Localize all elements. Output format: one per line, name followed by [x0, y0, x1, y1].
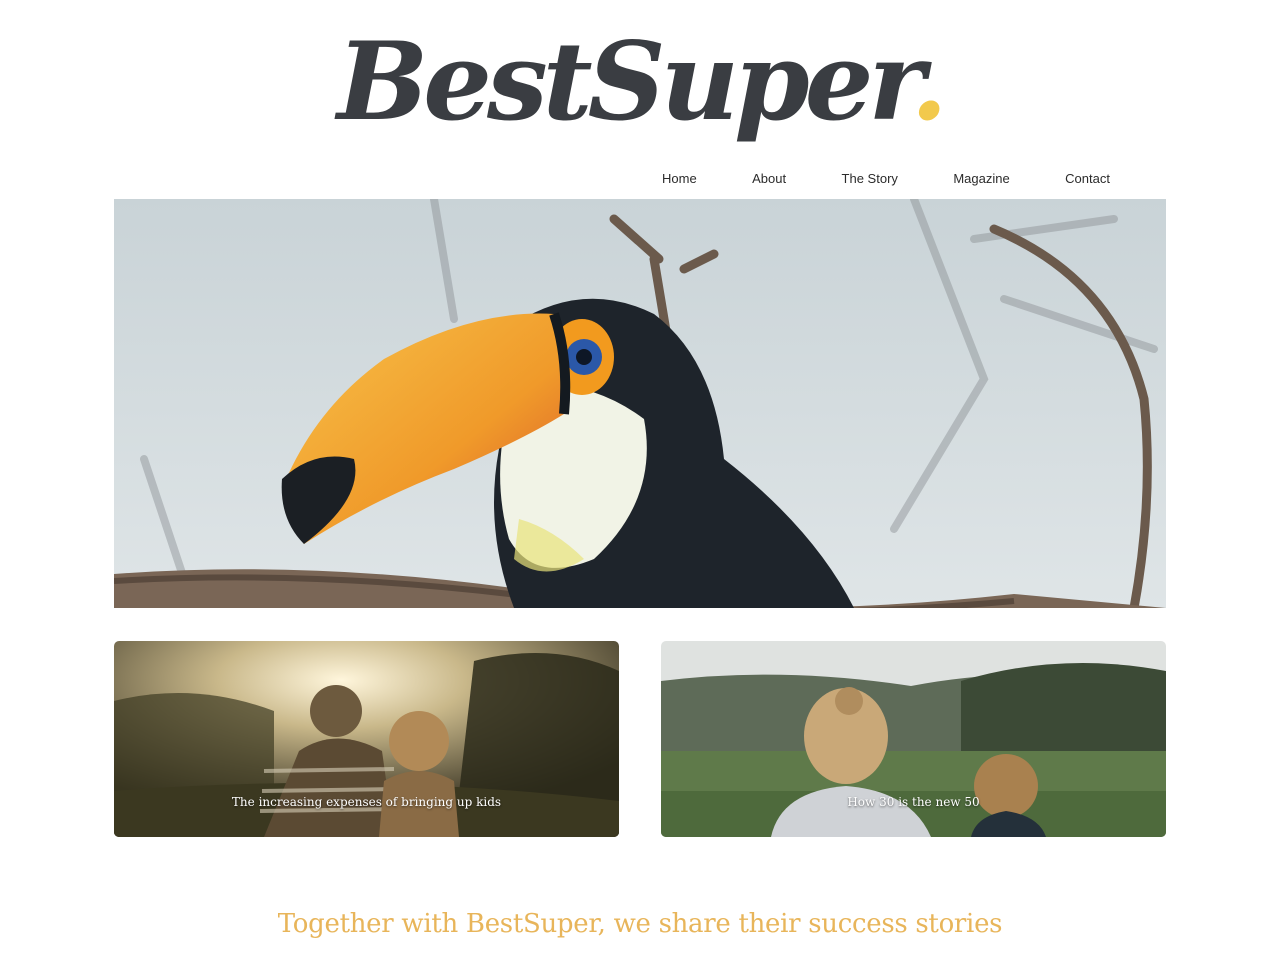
- article-card-30[interactable]: How 30 is the new 50: [661, 641, 1166, 837]
- site-logo[interactable]: BestSuper.: [0, 22, 1280, 142]
- card-title: How 30 is the new 50: [847, 795, 980, 809]
- main-nav: Home About The Story Magazine Contact: [632, 157, 1138, 199]
- article-card-kids[interactable]: The increasing expenses of bringing up k…: [114, 641, 619, 837]
- tagline: Together with BestSuper, we share their …: [277, 909, 1003, 939]
- logo-text: BestSuper: [336, 19, 915, 145]
- hero-image: [114, 199, 1166, 608]
- page: BestSuper. Home About The Story Magazine…: [0, 0, 1280, 960]
- nav-contact[interactable]: Contact: [1065, 171, 1110, 186]
- card-title: The increasing expenses of bringing up k…: [231, 795, 502, 809]
- logo-dot: .: [910, 19, 948, 145]
- nav-about[interactable]: About: [752, 171, 786, 186]
- nav-the-story[interactable]: The Story: [842, 171, 898, 186]
- nav-home[interactable]: Home: [662, 171, 697, 186]
- nav-magazine[interactable]: Magazine: [953, 171, 1009, 186]
